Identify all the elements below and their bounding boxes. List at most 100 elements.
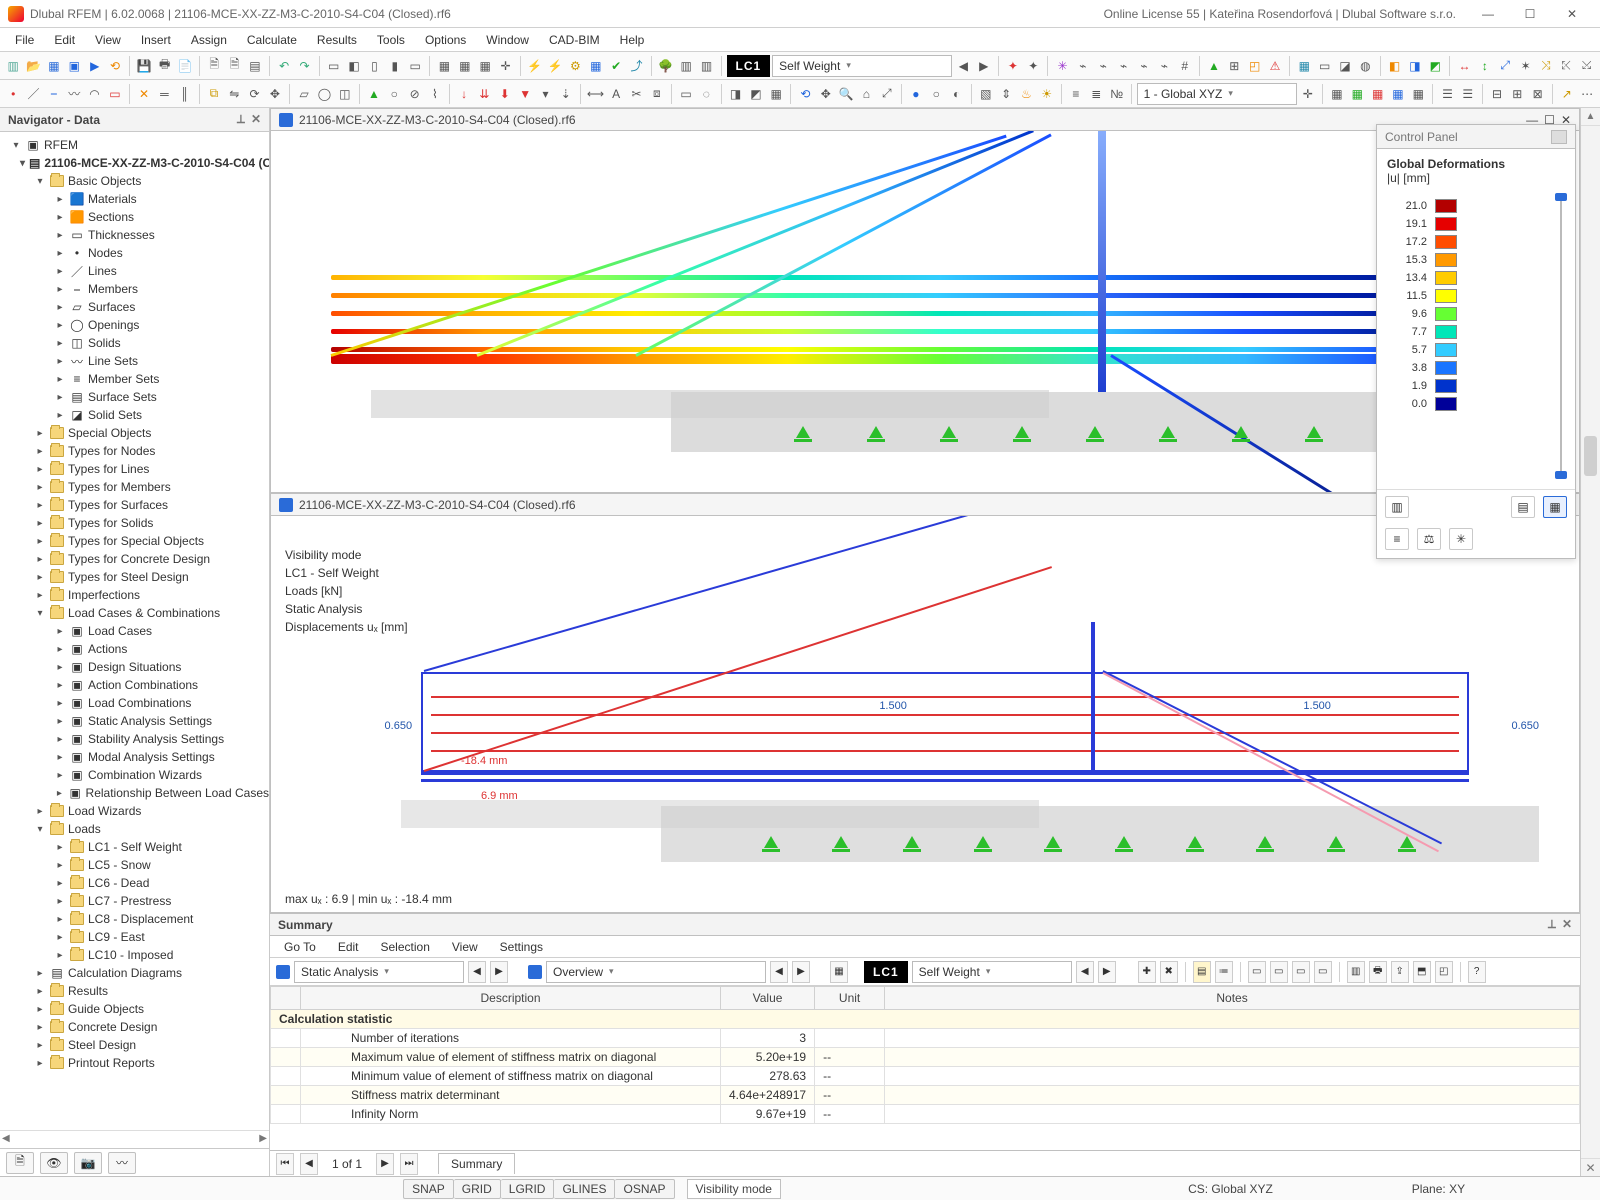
- coord-system-dropdown[interactable]: 1 - Global XYZ: [1137, 83, 1297, 105]
- view-persp-icon[interactable]: ◩: [747, 83, 765, 105]
- summary-tab[interactable]: Summary: [438, 1153, 515, 1174]
- coord-btn-icon[interactable]: ✛: [1299, 83, 1317, 105]
- tree-loads[interactable]: ▾Loads: [6, 820, 269, 838]
- nav-camera-icon[interactable]: 📷: [74, 1152, 102, 1174]
- tree-item[interactable]: ▸▣Combination Wizards: [6, 766, 269, 784]
- solid2-icon[interactable]: ◫: [336, 83, 354, 105]
- tree-item[interactable]: ▸▤Calculation Diagrams: [6, 964, 269, 982]
- axis-misc-icon[interactable]: ✶: [1516, 55, 1534, 77]
- doc-icon[interactable]: 🗎: [205, 55, 223, 77]
- run-script-icon[interactable]: ▶: [86, 55, 104, 77]
- summary-lc-prev[interactable]: ◀: [1076, 961, 1094, 983]
- tree-item[interactable]: ▸Imperfections: [6, 586, 269, 604]
- cube3-icon[interactable]: ◩: [1426, 55, 1444, 77]
- summary-unknown-btn[interactable]: ▦: [830, 961, 848, 983]
- status-snap[interactable]: SNAP: [403, 1179, 454, 1199]
- tree-item[interactable]: ▸▣Design Situations: [6, 658, 269, 676]
- summary-menu-selection[interactable]: Selection: [371, 939, 440, 955]
- tree-item[interactable]: ▸▣Stability Analysis Settings: [6, 730, 269, 748]
- summary-menu-goto[interactable]: Go To: [274, 939, 326, 955]
- axis-x-icon[interactable]: ↔: [1455, 55, 1473, 77]
- summary-tool2-icon[interactable]: ✖: [1160, 961, 1178, 983]
- tree-root-rfem[interactable]: ▾▣RFEM: [6, 136, 269, 154]
- tree-item[interactable]: ▸Concrete Design: [6, 1018, 269, 1036]
- summary-menu-edit[interactable]: Edit: [328, 939, 369, 955]
- tree-basic-objects[interactable]: ▾Basic Objects: [6, 172, 269, 190]
- menu-help[interactable]: Help: [611, 31, 654, 49]
- summary-lc-dropdown[interactable]: Self Weight: [912, 961, 1072, 983]
- surface-icon[interactable]: ▭: [1315, 55, 1333, 77]
- control-panel[interactable]: Control Panel Global Deformations |u| [m…: [1376, 124, 1576, 559]
- tree-item[interactable]: ▸Steel Design: [6, 1036, 269, 1054]
- tree-item[interactable]: ▸Types for Members: [6, 478, 269, 496]
- summary-tool-g4-icon[interactable]: ▭: [1314, 961, 1332, 983]
- more-icon[interactable]: ⋯: [1578, 83, 1596, 105]
- lgrid-icon[interactable]: ▦: [476, 55, 494, 77]
- close-button[interactable]: ✕: [1552, 3, 1592, 25]
- status-lgrid[interactable]: LGRID: [501, 1179, 555, 1199]
- summary-tool-g3-icon[interactable]: ▭: [1292, 961, 1310, 983]
- grid-s5-icon[interactable]: ▦: [1409, 83, 1427, 105]
- lc-prev-icon[interactable]: ◀: [954, 55, 972, 77]
- diag3-icon[interactable]: ⌁: [1114, 55, 1132, 77]
- rect-icon[interactable]: ▭: [106, 83, 124, 105]
- menu-options[interactable]: Options: [416, 31, 475, 49]
- zoom-icon[interactable]: 🔍: [837, 83, 855, 105]
- navigator-close-icon[interactable]: ✕: [251, 112, 261, 127]
- tree-root-model[interactable]: ▾▤21106-MCE-XX-ZZ-M3-C-2010-S4-C04 (Clos…: [6, 154, 269, 172]
- print-icon[interactable]: 🖶: [155, 55, 173, 77]
- tree-item[interactable]: ▸▤Surface Sets: [6, 388, 269, 406]
- axis-misc3-icon[interactable]: ⤪: [1557, 55, 1575, 77]
- vis2-icon[interactable]: ⊞: [1508, 83, 1526, 105]
- tree-item[interactable]: ▸LC9 - East: [6, 928, 269, 946]
- nav-data-icon[interactable]: 🗎: [6, 1152, 34, 1174]
- status-visibility[interactable]: Visibility mode: [687, 1179, 781, 1199]
- summary-menu-settings[interactable]: Settings: [490, 939, 553, 955]
- control-panel-title[interactable]: Control Panel: [1377, 125, 1575, 149]
- render-trans-icon[interactable]: ◐: [947, 83, 965, 105]
- tree-item[interactable]: ▸Results: [6, 982, 269, 1000]
- model-check-icon[interactable]: ⟲: [106, 55, 124, 77]
- tree-item[interactable]: ▸▣Action Combinations: [6, 676, 269, 694]
- new-icon[interactable]: ▥: [4, 55, 22, 77]
- text-icon[interactable]: A: [607, 83, 625, 105]
- summary-lc-next[interactable]: ▶: [1098, 961, 1116, 983]
- load-line-icon[interactable]: ⬇: [496, 83, 514, 105]
- values-icon[interactable]: #: [1176, 55, 1194, 77]
- members-show-icon[interactable]: ≣: [1087, 83, 1105, 105]
- calc-all-icon[interactable]: ⚡: [546, 55, 564, 77]
- grid-s2-icon[interactable]: ▦: [1348, 83, 1366, 105]
- summary-pin-icon[interactable]: ⟂: [1548, 917, 1556, 932]
- cube1-icon[interactable]: ◧: [1385, 55, 1403, 77]
- tree-item[interactable]: ▸•Nodes: [6, 244, 269, 262]
- view-wire-icon[interactable]: ▦: [767, 83, 785, 105]
- open-icon[interactable]: 📂: [24, 55, 42, 77]
- view-2-canvas[interactable]: Visibility mode LC1 - Self Weight Loads …: [271, 516, 1579, 912]
- menu-window[interactable]: Window: [477, 31, 538, 49]
- scroll-close-icon[interactable]: ✕: [1581, 1158, 1600, 1176]
- lc-name-dropdown[interactable]: Self Weight: [772, 55, 952, 77]
- grid-s3-icon[interactable]: ▦: [1368, 83, 1386, 105]
- page-next[interactable]: ▶: [376, 1153, 394, 1175]
- tree-item[interactable]: ▸Types for Concrete Design: [6, 550, 269, 568]
- mirror-icon[interactable]: ⇋: [225, 83, 243, 105]
- cp-btn-1-icon[interactable]: ▥: [1385, 496, 1409, 518]
- table-row[interactable]: Minimum value of element of stiffness ma…: [271, 1067, 1580, 1086]
- vis1-icon[interactable]: ⊟: [1488, 83, 1506, 105]
- mesh-icon[interactable]: ▦: [587, 55, 605, 77]
- pan-icon[interactable]: ✥: [817, 83, 835, 105]
- lc-next-icon[interactable]: ▶: [975, 55, 993, 77]
- tables-icon[interactable]: ▤: [246, 55, 264, 77]
- diag2-icon[interactable]: ⌁: [1094, 55, 1112, 77]
- redo-icon[interactable]: ↷: [295, 55, 313, 77]
- tree-item[interactable]: ▸LC10 - Imposed: [6, 946, 269, 964]
- tree-item[interactable]: ▸◫Solids: [6, 334, 269, 352]
- diag4-icon[interactable]: ⌁: [1135, 55, 1153, 77]
- column-icon[interactable]: ║: [176, 83, 194, 105]
- tree-item[interactable]: ▸≡Member Sets: [6, 370, 269, 388]
- tree-item[interactable]: ▸〰Line Sets: [6, 352, 269, 370]
- layer2-icon[interactable]: ☰: [1459, 83, 1477, 105]
- menu-results[interactable]: Results: [308, 31, 366, 49]
- menu-insert[interactable]: Insert: [132, 31, 180, 49]
- section-cut-icon[interactable]: ✂: [627, 83, 645, 105]
